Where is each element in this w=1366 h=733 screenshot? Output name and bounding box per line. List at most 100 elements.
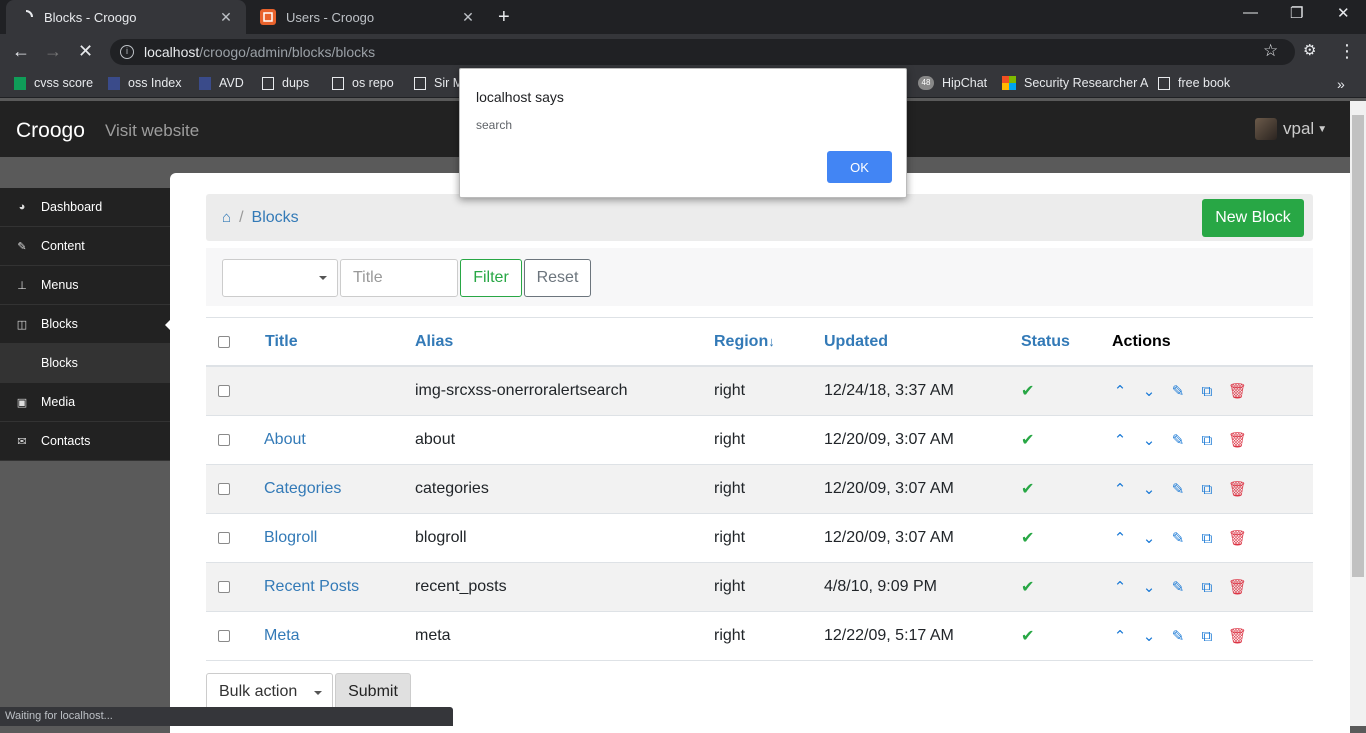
- more-bookmarks-icon[interactable]: »: [1337, 76, 1345, 92]
- row-checkbox[interactable]: [218, 532, 230, 544]
- visit-website-link[interactable]: Visit website: [105, 121, 199, 141]
- move-up-icon[interactable]: ⌃: [1112, 431, 1128, 449]
- trash-icon[interactable]: 🗑: [1228, 627, 1247, 645]
- address-bar[interactable]: i localhost/croogo/admin/blocks/blocks: [110, 39, 1295, 65]
- trash-icon[interactable]: 🗑: [1228, 382, 1247, 400]
- block-title-link[interactable]: Recent Posts: [264, 578, 359, 596]
- move-up-icon[interactable]: ⌃: [1112, 627, 1128, 645]
- new-block-button[interactable]: New Block: [1202, 199, 1304, 237]
- row-checkbox[interactable]: [218, 581, 230, 593]
- sidebar-item-blocks[interactable]: ◫ Blocks: [0, 305, 171, 344]
- status-check-icon[interactable]: ✔: [1021, 563, 1034, 611]
- move-up-icon[interactable]: ⌃: [1112, 529, 1128, 547]
- status-check-icon[interactable]: ✔: [1021, 367, 1034, 415]
- sort-title-link[interactable]: Title: [265, 333, 298, 351]
- bookmark-oss-index[interactable]: oss Index: [108, 76, 182, 90]
- move-up-icon[interactable]: ⌃: [1112, 382, 1128, 400]
- close-tab-icon[interactable]: ✕: [218, 9, 234, 26]
- copy-icon[interactable]: ⧉: [1199, 530, 1215, 547]
- move-up-icon[interactable]: ⌃: [1112, 578, 1128, 596]
- move-down-icon[interactable]: ⌄: [1141, 480, 1157, 498]
- edit-pencil-icon[interactable]: ✎: [1170, 627, 1186, 645]
- edit-pencil-icon[interactable]: ✎: [1170, 382, 1186, 400]
- title-filter-input[interactable]: Title: [340, 259, 458, 297]
- menu-icon[interactable]: ⋮: [1338, 41, 1356, 62]
- move-down-icon[interactable]: ⌄: [1141, 382, 1157, 400]
- block-title-link[interactable]: Meta: [264, 627, 300, 645]
- sort-alias-link[interactable]: Alias: [415, 333, 453, 351]
- status-check-icon[interactable]: ✔: [1021, 416, 1034, 464]
- move-down-icon[interactable]: ⌄: [1141, 627, 1157, 645]
- row-checkbox[interactable]: [218, 630, 230, 642]
- filter-button[interactable]: Filter: [460, 259, 522, 297]
- copy-icon[interactable]: ⧉: [1199, 481, 1215, 498]
- dialog-ok-button[interactable]: OK: [827, 151, 892, 183]
- select-all-checkbox[interactable]: [218, 335, 230, 348]
- edit-pencil-icon[interactable]: ✎: [1170, 529, 1186, 547]
- stop-icon[interactable]: ✕: [78, 41, 93, 62]
- region-select[interactable]: [222, 259, 338, 297]
- move-up-icon[interactable]: ⌃: [1112, 480, 1128, 498]
- forward-icon[interactable]: →: [44, 41, 62, 62]
- home-icon[interactable]: ⌂: [222, 209, 231, 226]
- user-menu[interactable]: vpal ▼: [1255, 118, 1327, 140]
- extension-icon[interactable]: ⚙: [1303, 41, 1316, 59]
- sidebar-item-dashboard[interactable]: ◕ Dashboard: [0, 188, 170, 227]
- breadcrumb-blocks[interactable]: Blocks: [252, 209, 299, 227]
- submit-button[interactable]: Submit: [335, 673, 411, 711]
- copy-icon[interactable]: ⧉: [1199, 579, 1215, 596]
- move-down-icon[interactable]: ⌄: [1141, 578, 1157, 596]
- tab-blocks[interactable]: Blocks - Croogo ✕: [6, 0, 246, 34]
- bookmark-free-book[interactable]: free book: [1158, 76, 1230, 90]
- bookmark-cvss[interactable]: cvss score: [14, 76, 93, 90]
- row-checkbox[interactable]: [218, 385, 230, 397]
- sidebar-item-menus[interactable]: ⊥ Menus: [0, 266, 170, 305]
- block-title-link[interactable]: Categories: [264, 480, 341, 498]
- status-check-icon[interactable]: ✔: [1021, 465, 1034, 513]
- sidebar-item-content[interactable]: ✎ Content: [0, 227, 170, 266]
- bulk-action-select[interactable]: Bulk action: [206, 673, 333, 711]
- move-down-icon[interactable]: ⌄: [1141, 529, 1157, 547]
- restore-icon[interactable]: ❐: [1290, 4, 1303, 22]
- edit-pencil-icon[interactable]: ✎: [1170, 431, 1186, 449]
- bookmark-dups[interactable]: dups: [262, 76, 309, 90]
- new-tab-icon[interactable]: +: [498, 6, 510, 29]
- sidebar-subitem-blocks[interactable]: Blocks: [0, 344, 170, 383]
- row-checkbox[interactable]: [218, 434, 230, 446]
- trash-icon[interactable]: 🗑: [1228, 578, 1247, 596]
- move-down-icon[interactable]: ⌄: [1141, 431, 1157, 449]
- bookmark-sir[interactable]: Sir M: [414, 76, 463, 90]
- tab-users[interactable]: Users - Croogo ✕: [248, 0, 488, 34]
- trash-icon[interactable]: 🗑: [1228, 431, 1247, 449]
- row-checkbox[interactable]: [218, 483, 230, 495]
- reset-button[interactable]: Reset: [524, 259, 591, 297]
- edit-pencil-icon[interactable]: ✎: [1170, 578, 1186, 596]
- sort-region-link[interactable]: Region: [714, 333, 768, 351]
- copy-icon[interactable]: ⧉: [1199, 383, 1215, 400]
- trash-icon[interactable]: 🗑: [1228, 529, 1247, 547]
- sidebar-item-media[interactable]: ▣ Media: [0, 383, 170, 422]
- sort-updated-link[interactable]: Updated: [824, 333, 888, 351]
- brand-logo[interactable]: Croogo: [16, 119, 85, 143]
- trash-icon[interactable]: 🗑: [1228, 480, 1247, 498]
- back-icon[interactable]: ←: [12, 41, 30, 62]
- bookmark-os-repo[interactable]: os repo: [332, 76, 394, 90]
- block-title-link[interactable]: Blogroll: [264, 529, 317, 547]
- status-check-icon[interactable]: ✔: [1021, 514, 1034, 562]
- block-title-link[interactable]: About: [264, 431, 306, 449]
- close-tab-icon[interactable]: ✕: [460, 9, 476, 26]
- star-icon[interactable]: ☆: [1263, 41, 1278, 61]
- sort-status-link[interactable]: Status: [1021, 333, 1070, 351]
- scrollbar-thumb[interactable]: [1352, 115, 1364, 577]
- sidebar-item-contacts[interactable]: ✉ Contacts: [0, 422, 170, 461]
- edit-pencil-icon[interactable]: ✎: [1170, 480, 1186, 498]
- copy-icon[interactable]: ⧉: [1199, 628, 1215, 645]
- bookmark-security-researcher[interactable]: Security Researcher A: [1002, 76, 1148, 90]
- bookmark-avd[interactable]: AVD: [199, 76, 244, 90]
- bookmark-hipchat[interactable]: 48 HipChat: [918, 76, 987, 90]
- minimize-icon[interactable]: —: [1243, 4, 1258, 21]
- page-scrollbar[interactable]: [1350, 101, 1366, 726]
- info-icon[interactable]: i: [120, 45, 134, 59]
- close-window-icon[interactable]: ✕: [1337, 4, 1350, 22]
- status-check-icon[interactable]: ✔: [1021, 612, 1034, 660]
